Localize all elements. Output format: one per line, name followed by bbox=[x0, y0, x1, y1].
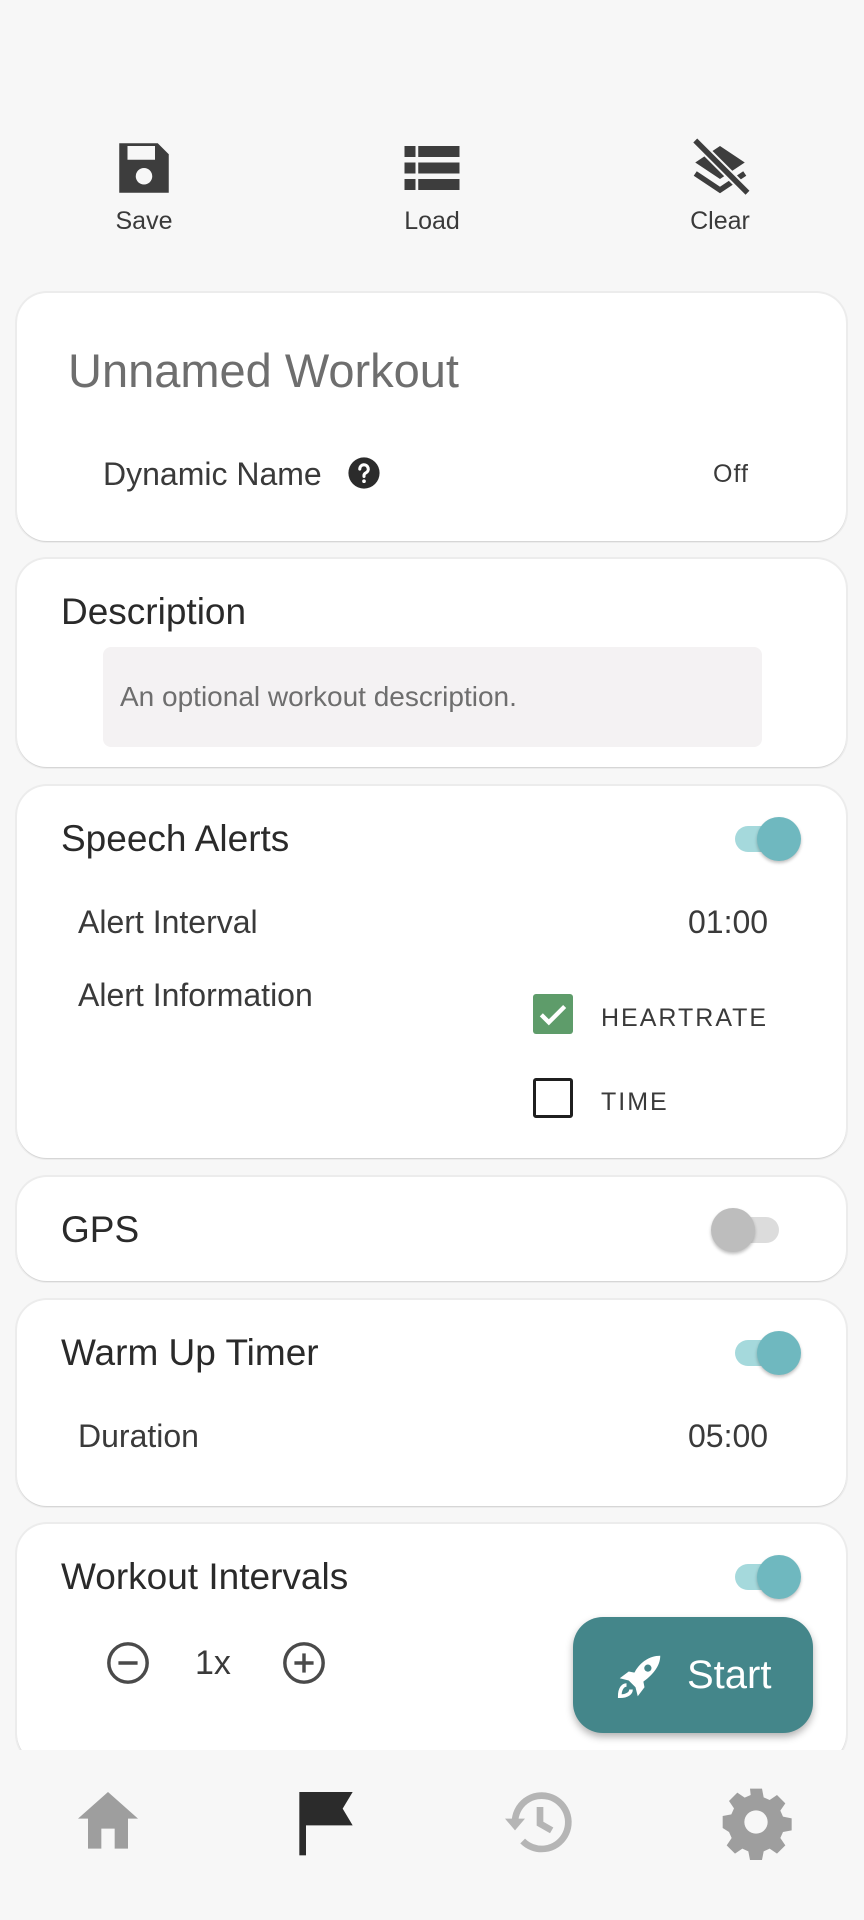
workout-name-card: Unnamed Workout Dynamic Name Off bbox=[17, 293, 846, 541]
start-label: Start bbox=[687, 1653, 772, 1697]
dynamic-name-label: Dynamic Name bbox=[103, 456, 322, 492]
minus-circle-icon bbox=[107, 1642, 149, 1684]
nav-history[interactable] bbox=[500, 1782, 580, 1862]
history-icon bbox=[505, 1792, 572, 1853]
time-checkbox[interactable] bbox=[533, 1078, 573, 1118]
list-icon bbox=[404, 146, 460, 190]
dynamic-name-value[interactable]: Off bbox=[713, 460, 749, 489]
gear-icon bbox=[722, 1788, 792, 1860]
description-card: Description An optional workout descript… bbox=[17, 559, 846, 767]
time-label[interactable]: TIME bbox=[601, 1088, 669, 1117]
gps-toggle[interactable] bbox=[711, 1199, 783, 1259]
flag-icon bbox=[299, 1792, 353, 1856]
workout-intervals-title: Workout Intervals bbox=[61, 1556, 349, 1597]
load-label: Load bbox=[404, 207, 460, 235]
clear-label: Clear bbox=[690, 207, 750, 235]
layers-clear-icon bbox=[691, 137, 751, 197]
alert-interval-label: Alert Interval bbox=[78, 904, 258, 940]
description-placeholder: An optional workout description. bbox=[120, 681, 517, 712]
nav-settings[interactable] bbox=[716, 1782, 796, 1862]
save-label: Save bbox=[115, 207, 173, 235]
rocket-icon bbox=[617, 1655, 661, 1699]
warm-up-card: Warm Up Timer Duration 05:00 bbox=[17, 1300, 846, 1506]
nav-home[interactable] bbox=[68, 1782, 148, 1862]
nav-workout[interactable] bbox=[286, 1782, 366, 1862]
gps-card: GPS bbox=[17, 1177, 846, 1281]
speech-alerts-title: Speech Alerts bbox=[61, 818, 290, 859]
warm-up-title: Warm Up Timer bbox=[61, 1332, 319, 1373]
speech-alerts-card: Speech Alerts Alert Interval 01:00 Alert… bbox=[17, 786, 846, 1158]
gps-title: GPS bbox=[61, 1209, 140, 1250]
heartrate-checkbox[interactable] bbox=[533, 994, 573, 1034]
workout-name-input[interactable]: Unnamed Workout bbox=[68, 343, 459, 398]
description-title: Description bbox=[61, 591, 247, 632]
increment-button[interactable] bbox=[281, 1640, 327, 1691]
plus-circle-icon bbox=[283, 1642, 325, 1684]
workout-intervals-toggle[interactable] bbox=[727, 1546, 801, 1606]
start-button[interactable]: Start bbox=[573, 1617, 813, 1733]
warm-up-toggle[interactable] bbox=[727, 1322, 801, 1382]
alert-information-label: Alert Information bbox=[78, 977, 313, 1013]
description-input[interactable]: An optional workout description. bbox=[103, 647, 762, 747]
alert-interval-value[interactable]: 01:00 bbox=[688, 904, 768, 941]
duration-value[interactable]: 05:00 bbox=[688, 1418, 768, 1455]
interval-multiplier: 1x bbox=[195, 1644, 231, 1682]
check-icon bbox=[539, 1004, 567, 1026]
floppy-disk-icon bbox=[119, 143, 169, 193]
save-button[interactable]: Save bbox=[64, 135, 224, 236]
bottom-navigation bbox=[0, 1750, 864, 1920]
toolbar: Save Load Clear bbox=[0, 135, 864, 245]
decrement-button[interactable] bbox=[105, 1640, 151, 1691]
home-icon bbox=[78, 1792, 138, 1849]
duration-label: Duration bbox=[78, 1418, 199, 1454]
help-icon[interactable] bbox=[347, 456, 381, 495]
clear-button[interactable]: Clear bbox=[640, 135, 800, 236]
speech-alerts-toggle[interactable] bbox=[727, 808, 801, 868]
load-button[interactable]: Load bbox=[352, 135, 512, 236]
heartrate-label[interactable]: HEARTRATE bbox=[601, 1004, 768, 1033]
